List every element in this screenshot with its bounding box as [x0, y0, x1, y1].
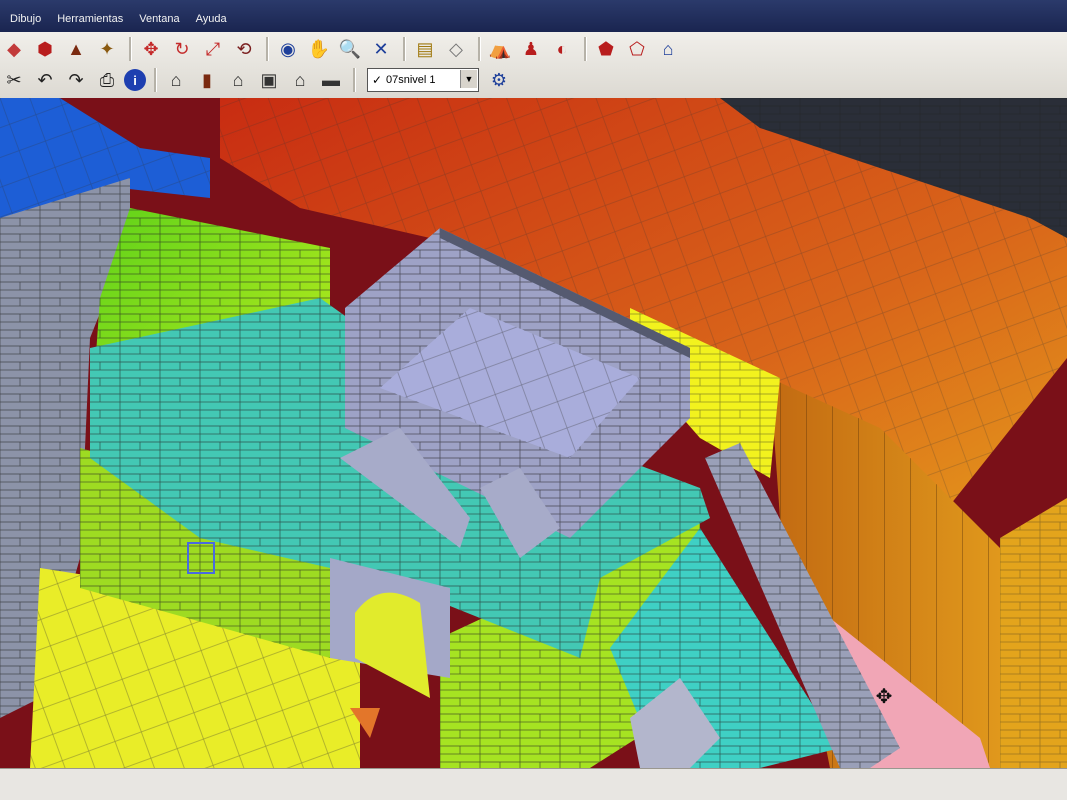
axes-icon[interactable]: ◇ — [442, 36, 470, 62]
push-pull-icon[interactable]: ▲ — [62, 36, 90, 62]
model-canvas[interactable] — [0, 98, 1067, 768]
look-around-icon[interactable]: ◐ — [548, 36, 576, 62]
toolbar-row-1: ◆ ⬢ ▲ ✦ ✥ ↻ ⤢ ⟲ ◉ ✋ 🔍 ✕ ▤ ◇ ⛺ ♟ ◐ ⬟ ⬠ ⌂ — [0, 34, 685, 64]
menu-ayuda[interactable]: Ayuda — [196, 13, 227, 25]
section-plane-icon[interactable]: ▤ — [411, 36, 439, 62]
toolbar-separator — [154, 68, 157, 92]
iso-view-icon[interactable]: ⌂ — [162, 67, 190, 93]
toolbar-separator — [353, 68, 356, 92]
toolbar-separator — [478, 37, 481, 61]
sketchup-window: Dibujo Herramientas Ventana Ayuda ◆ ⬢ ▲ … — [0, 0, 1067, 800]
toolbar-separator — [584, 37, 587, 61]
chevron-down-icon[interactable]: ▼ — [460, 70, 477, 88]
share-model-icon[interactable]: ⌂ — [654, 36, 682, 62]
move-cursor-icon: ✥ — [875, 686, 893, 708]
menu-ventana[interactable]: Ventana — [139, 13, 179, 25]
undo-icon[interactable]: ↶ — [31, 67, 59, 93]
menu-list: Dibujo Herramientas Ventana Ayuda — [10, 13, 227, 25]
get-models-icon[interactable]: ⬠ — [623, 36, 651, 62]
pan-icon[interactable]: ✋ — [305, 36, 333, 62]
layer-current-name: 07snivel 1 — [386, 74, 436, 86]
front-view-icon[interactable]: ⌂ — [224, 67, 252, 93]
toolbar-separator — [129, 37, 132, 61]
offset-icon[interactable]: ⟲ — [230, 36, 258, 62]
layer-dropdown[interactable]: ✓ 07snivel 1 ▼ — [367, 68, 479, 92]
rotate-icon[interactable]: ↻ — [168, 36, 196, 62]
scale-icon[interactable]: ⤢ — [199, 36, 227, 62]
orbit-icon[interactable]: ◉ — [274, 36, 302, 62]
toolbar-separator — [266, 37, 269, 61]
right-view-icon[interactable]: ▣ — [255, 67, 283, 93]
menu-herramientas[interactable]: Herramientas — [57, 13, 123, 25]
top-view-icon[interactable]: ▮ — [193, 67, 221, 93]
toolbar-row-2: ✂ ↶ ↷ ⎙ i ⌂ ▮ ⌂ ▣ ⌂ ▬ ✓ 07snivel 1 ▼ ⚙ — [0, 65, 516, 95]
left-view-icon[interactable]: ▬ — [317, 67, 345, 93]
redo-icon[interactable]: ↷ — [62, 67, 90, 93]
menu-bar: Dibujo Herramientas Ventana Ayuda — [0, 0, 1067, 32]
cut-icon[interactable]: ✂ — [0, 67, 28, 93]
position-camera-icon[interactable]: ♟ — [517, 36, 545, 62]
paint-bucket-icon[interactable]: ⬢ — [31, 36, 59, 62]
zoom-extents-icon[interactable]: ✕ — [367, 36, 395, 62]
layer-manager-icon[interactable]: ⚙ — [485, 67, 513, 93]
model-info-icon[interactable]: i — [124, 69, 146, 91]
status-bar — [0, 768, 1067, 800]
layer-check: ✓ — [371, 73, 383, 87]
print-icon[interactable]: ⎙ — [93, 67, 121, 93]
model-viewport[interactable]: ✥ — [0, 98, 1067, 768]
follow-me-icon[interactable]: ✦ — [93, 36, 121, 62]
components-icon[interactable]: ⬟ — [592, 36, 620, 62]
orange-side-bricks — [1000, 498, 1067, 768]
eraser-icon[interactable]: ◆ — [0, 36, 28, 62]
menu-dibujo[interactable]: Dibujo — [10, 13, 41, 25]
zoom-icon[interactable]: 🔍 — [336, 36, 364, 62]
walk-icon[interactable]: ⛺ — [486, 36, 514, 62]
toolbar-separator — [403, 37, 406, 61]
move-icon[interactable]: ✥ — [137, 36, 165, 62]
back-view-icon[interactable]: ⌂ — [286, 67, 314, 93]
toolbar: ◆ ⬢ ▲ ✦ ✥ ↻ ⤢ ⟲ ◉ ✋ 🔍 ✕ ▤ ◇ ⛺ ♟ ◐ ⬟ ⬠ ⌂ — [0, 32, 1067, 99]
